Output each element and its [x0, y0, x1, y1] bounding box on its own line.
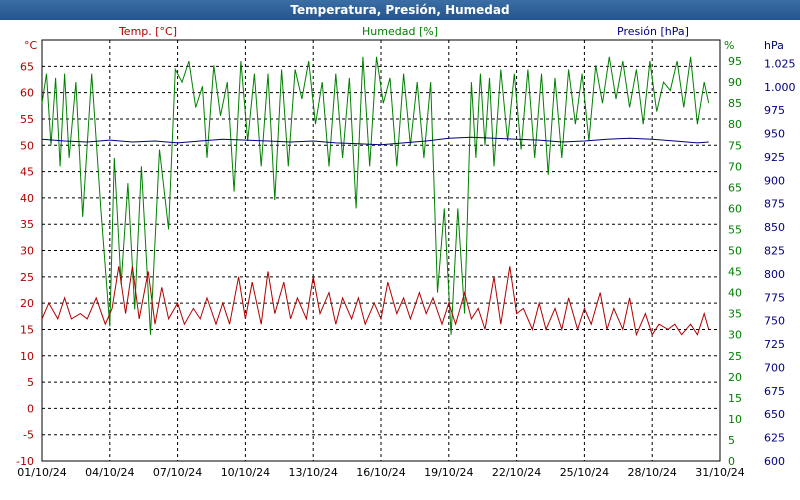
hum-tick-label: 50 [728, 245, 742, 258]
pres-tick-label: 1.000 [764, 81, 796, 94]
temp-series-label: Temp. [°C] [118, 25, 177, 38]
hum-tick-label: 80 [728, 118, 742, 131]
pres-tick-label: 725 [764, 338, 785, 351]
hum-tick-label: 0 [728, 455, 735, 468]
x-tick-label: 22/10/24 [492, 466, 541, 479]
hum-tick-label: 15 [728, 392, 742, 405]
x-tick-label: 19/10/24 [424, 466, 473, 479]
temp-tick-label: 60 [20, 87, 34, 100]
hum-tick-label: 40 [728, 287, 742, 300]
hum-tick-label: 90 [728, 76, 742, 89]
pres-unit-label: hPa [764, 39, 784, 52]
temp-tick-label: -5 [23, 429, 34, 442]
temp-tick-label: 40 [20, 192, 34, 205]
pres-tick-label: 825 [764, 245, 785, 258]
pres-series-label: Presión [hPa] [617, 25, 689, 38]
hum-tick-label: 60 [728, 202, 742, 215]
pres-tick-label: 1.025 [764, 57, 796, 70]
hum-series-label: Humedad [%] [362, 25, 438, 38]
hum-tick-label: 95 [728, 55, 742, 68]
temp-tick-label: 65 [20, 60, 34, 73]
pres-tick-label: 900 [764, 174, 785, 187]
temp-tick-label: 0 [27, 402, 34, 415]
hum-tick-label: 25 [728, 350, 742, 363]
pres-tick-label: 875 [764, 198, 785, 211]
pres-tick-label: 675 [764, 385, 785, 398]
temp-tick-label: -10 [16, 455, 34, 468]
temp-tick-label: 35 [20, 218, 34, 231]
hum-tick-label: 65 [728, 181, 742, 194]
hum-tick-label: 20 [728, 371, 742, 384]
temp-tick-label: 10 [20, 350, 34, 363]
x-tick-label: 31/10/24 [695, 466, 744, 479]
x-tick-label: 04/10/24 [85, 466, 134, 479]
hum-tick-label: 55 [728, 223, 742, 236]
x-tick-label: 16/10/24 [356, 466, 405, 479]
temp-tick-label: 30 [20, 245, 34, 258]
hum-tick-label: 35 [728, 308, 742, 321]
pres-tick-label: 975 [764, 104, 785, 117]
x-tick-label: 13/10/24 [288, 466, 337, 479]
temp-tick-label: 55 [20, 113, 34, 126]
x-tick-label: 28/10/24 [627, 466, 676, 479]
x-tick-label: 07/10/24 [153, 466, 202, 479]
temp-tick-label: 50 [20, 139, 34, 152]
pres-tick-label: 925 [764, 151, 785, 164]
chart-window: Temperatura, Presión, Humedad 01/10/24 04… [0, 0, 800, 500]
temp-tick-label: 25 [20, 271, 34, 284]
temp-tick-label: 5 [27, 376, 34, 389]
pres-tick-label: 750 [764, 315, 785, 328]
pres-tick-label: 625 [764, 432, 785, 445]
pres-tick-label: 700 [764, 361, 785, 374]
pres-tick-label: 775 [764, 291, 785, 304]
hum-tick-label: 75 [728, 139, 742, 152]
hum-tick-label: 85 [728, 97, 742, 110]
pres-tick-label: 800 [764, 268, 785, 281]
temp-tick-label: 15 [20, 323, 34, 336]
temp-tick-label: 20 [20, 297, 34, 310]
x-tick-label: 10/10/24 [221, 466, 270, 479]
pres-tick-label: 950 [764, 128, 785, 141]
pres-tick-label: 600 [764, 455, 785, 468]
pres-tick-label: 850 [764, 221, 785, 234]
hum-tick-label: 45 [728, 266, 742, 279]
pres-tick-label: 650 [764, 408, 785, 421]
hum-unit-label: % [724, 39, 734, 52]
hum-tick-label: 5 [728, 434, 735, 447]
hum-tick-label: 30 [728, 329, 742, 342]
temp-tick-label: 45 [20, 166, 34, 179]
temp-unit-label: °C [24, 39, 38, 52]
x-tick-label: 25/10/24 [560, 466, 609, 479]
hum-tick-label: 70 [728, 160, 742, 173]
chart-canvas: 01/10/24 04/10/24 07/10/24 10/10/24 13/10/24… [16, 25, 796, 479]
hum-tick-label: 10 [728, 413, 742, 426]
